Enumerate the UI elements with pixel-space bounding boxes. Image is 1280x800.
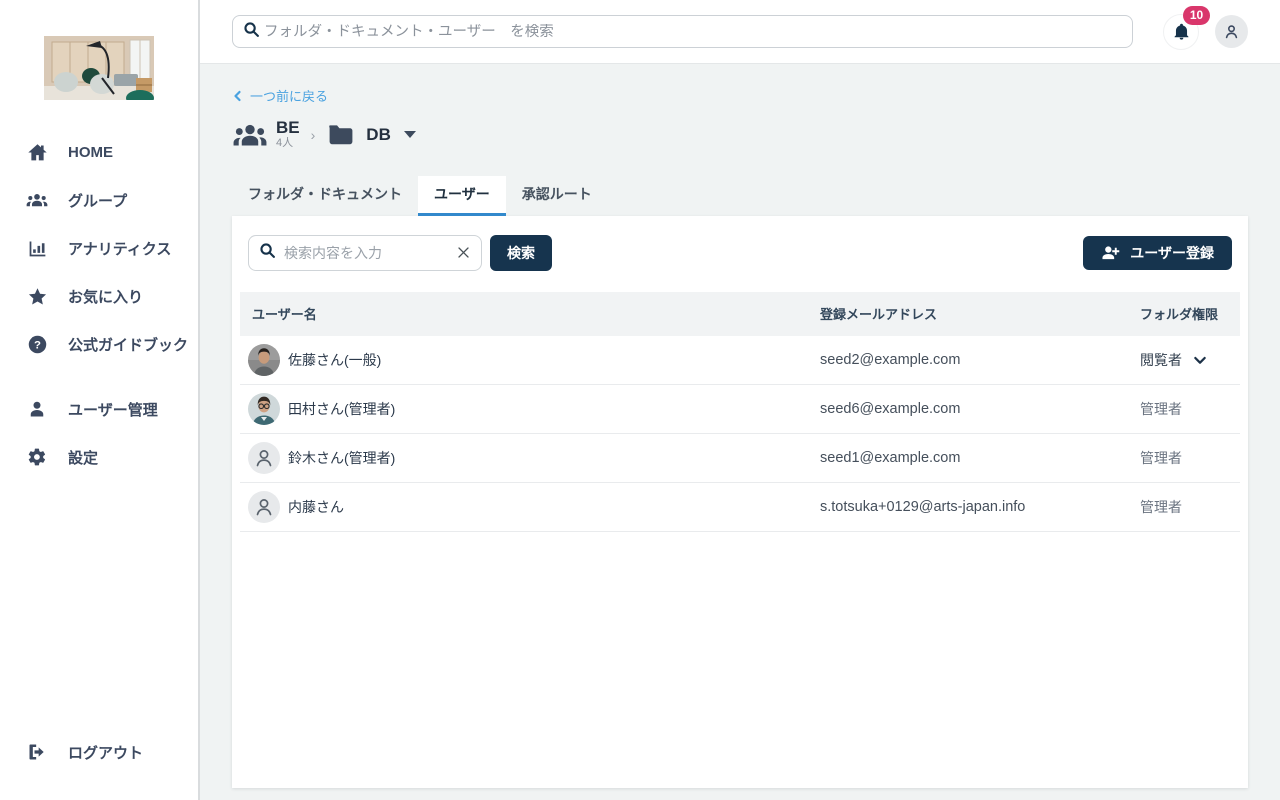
chart-icon (26, 237, 48, 259)
user-email: seed6@example.com (812, 401, 1132, 417)
user-name: 内藤さん (288, 497, 344, 517)
sidebar: HOME グループ アナリティクス お気に入り ? 公式ガイドブック (0, 0, 200, 800)
permission-value-wrap: 管理者 (1132, 399, 1240, 419)
table-row[interactable]: 内藤さん s.totsuka+0129@arts-japan.info 管理者 (240, 483, 1240, 532)
user-avatar-placeholder (248, 491, 280, 523)
notifications-button[interactable]: 10 (1163, 14, 1199, 50)
page-content: 一つ前に戻る BE 4人 › DB フォルダ・ドキュメント ユーザー 承認ルート (200, 64, 1280, 800)
column-header-permission: フォルダ権限 (1132, 304, 1240, 323)
group-member-count: 4人 (276, 137, 300, 150)
logout-icon (26, 741, 48, 763)
top-header: 10 (200, 0, 1280, 64)
sidebar-item-groups[interactable]: グループ (0, 176, 198, 224)
tab-approval-routes[interactable]: 承認ルート (506, 176, 608, 216)
tab-folders-documents[interactable]: フォルダ・ドキュメント (232, 176, 418, 216)
sidebar-item-label: HOME (68, 144, 113, 161)
svg-text:?: ? (34, 339, 41, 351)
global-search-box[interactable] (232, 15, 1133, 48)
breadcrumb-group[interactable]: BE 4人 (276, 119, 300, 150)
sidebar-item-label: アナリティクス (68, 238, 171, 259)
user-name: 田村さん(管理者) (288, 399, 395, 419)
gear-icon (26, 446, 48, 468)
users-icon (26, 189, 48, 211)
notification-count-badge: 10 (1183, 6, 1210, 25)
register-user-button[interactable]: ユーザー登録 (1083, 236, 1232, 270)
sidebar-nav: HOME グループ アナリティクス お気に入り ? 公式ガイドブック (0, 128, 198, 481)
permission-value-wrap: 管理者 (1132, 448, 1240, 468)
search-icon (243, 21, 260, 43)
group-name: BE (276, 119, 300, 137)
permission-value: 閲覧者 (1140, 350, 1182, 370)
sidebar-item-user-management[interactable]: ユーザー管理 (0, 385, 198, 433)
logout-label: ログアウト (68, 742, 143, 763)
back-link[interactable]: 一つ前に戻る (232, 86, 328, 105)
permission-value: 管理者 (1140, 497, 1182, 517)
sidebar-item-label: 設定 (68, 447, 98, 468)
tab-users[interactable]: ユーザー (418, 176, 506, 216)
user-name: 鈴木さん(管理者) (288, 448, 395, 468)
table-row[interactable]: 田村さん(管理者) seed6@example.com 管理者 (240, 385, 1240, 434)
clear-search-icon[interactable] (456, 245, 471, 260)
user-avatar (248, 393, 280, 425)
sidebar-item-label: お気に入り (68, 286, 143, 307)
permission-value: 管理者 (1140, 399, 1182, 419)
person-icon (1222, 22, 1241, 41)
account-menu-button[interactable] (1215, 15, 1248, 48)
sidebar-item-favorites[interactable]: お気に入り (0, 272, 198, 320)
sidebar-item-label: グループ (68, 190, 127, 211)
users-toolbar: 検索 ユーザー登録 (232, 216, 1248, 271)
folder-icon (326, 123, 356, 147)
folder-dropdown-caret-icon[interactable] (404, 131, 416, 138)
search-button[interactable]: 検索 (490, 235, 552, 271)
user-name: 佐藤さん(一般) (288, 350, 381, 370)
sidebar-item-guidebook[interactable]: ? 公式ガイドブック (0, 320, 198, 368)
user-icon (26, 398, 48, 420)
breadcrumb-separator: › (311, 127, 316, 143)
global-search-input[interactable] (264, 24, 1122, 40)
folder-name[interactable]: DB (366, 126, 391, 144)
main-area: 10 一つ前に戻る BE 4人 › DB フォルダ・ドキュ (200, 0, 1280, 800)
sidebar-item-home[interactable]: HOME (0, 128, 198, 176)
user-avatar-placeholder (248, 442, 280, 474)
user-email: seed2@example.com (812, 352, 1132, 368)
tab-bar: フォルダ・ドキュメント ユーザー 承認ルート (232, 176, 1248, 216)
user-avatar (248, 344, 280, 376)
back-link-label: 一つ前に戻る (250, 86, 328, 105)
user-plus-icon (1101, 244, 1120, 261)
home-icon (26, 141, 48, 163)
user-email: seed1@example.com (812, 450, 1132, 466)
column-header-username: ユーザー名 (240, 304, 812, 323)
sidebar-item-label: 公式ガイドブック (68, 334, 188, 355)
sidebar-item-label: ユーザー管理 (68, 399, 158, 420)
users-panel: 検索 ユーザー登録 ユーザー名 登録メールアドレス フォルダ権限 (232, 216, 1248, 788)
breadcrumb: BE 4人 › DB (232, 118, 1248, 152)
chevron-down-icon (1192, 352, 1208, 368)
table-row[interactable]: 佐藤さん(一般) seed2@example.com 閲覧者 (240, 336, 1240, 385)
star-icon (26, 285, 48, 307)
users-table: ユーザー名 登録メールアドレス フォルダ権限 佐藤さん(一般) seed2@ex… (240, 292, 1240, 532)
user-search-input[interactable] (284, 245, 448, 261)
sidebar-item-analytics[interactable]: アナリティクス (0, 224, 198, 272)
sidebar-footer: ログアウト (0, 728, 198, 776)
permission-dropdown[interactable]: 閲覧者 (1132, 350, 1240, 370)
column-header-email: 登録メールアドレス (812, 304, 1132, 323)
logout-button[interactable]: ログアウト (0, 728, 198, 776)
table-row[interactable]: 鈴木さん(管理者) seed1@example.com 管理者 (240, 434, 1240, 483)
company-logo-image (44, 36, 154, 100)
permission-value-wrap: 管理者 (1132, 497, 1240, 517)
table-header-row: ユーザー名 登録メールアドレス フォルダ権限 (240, 292, 1240, 336)
register-user-label: ユーザー登録 (1130, 243, 1214, 263)
user-email: s.totsuka+0129@arts-japan.info (812, 499, 1132, 515)
help-icon: ? (26, 333, 48, 355)
sidebar-item-settings[interactable]: 設定 (0, 433, 198, 481)
chevron-left-icon (232, 90, 244, 102)
search-icon (259, 242, 276, 264)
bell-icon (1172, 22, 1191, 41)
group-icon (232, 121, 268, 148)
permission-value: 管理者 (1140, 448, 1182, 468)
user-search-box[interactable] (248, 235, 482, 271)
